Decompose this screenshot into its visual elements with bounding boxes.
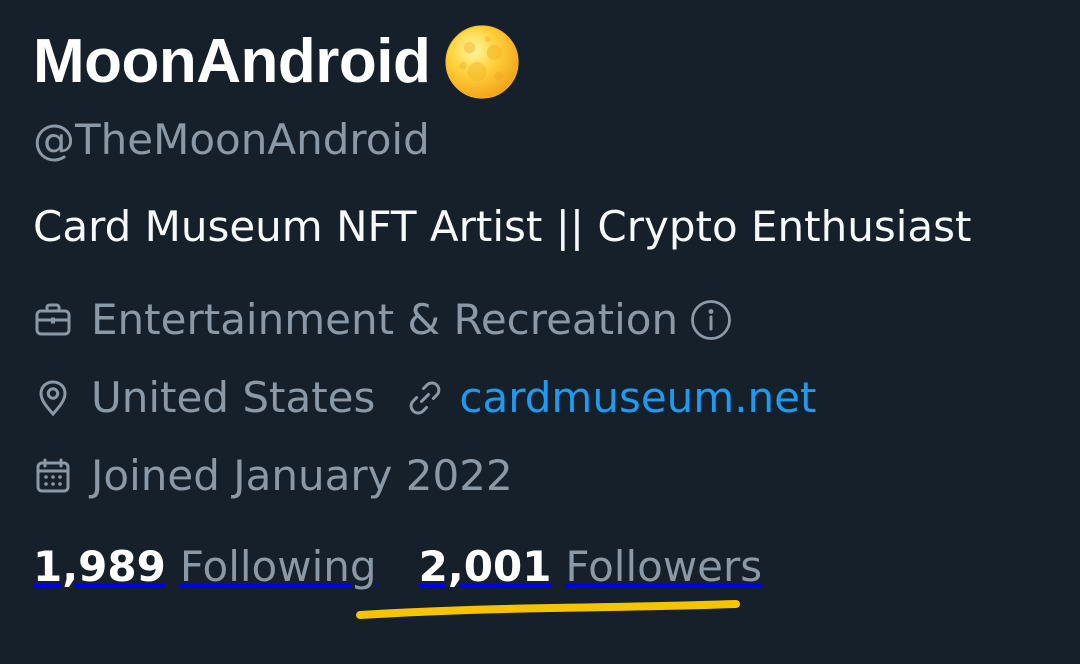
- info-icon[interactable]: [690, 299, 732, 341]
- briefcase-icon: [35, 303, 71, 336]
- followers-count: 2,001: [418, 542, 552, 591]
- profile-category-row: Entertainment & Recreation: [33, 292, 732, 348]
- moon-emoji-icon: [445, 25, 519, 99]
- following-label: Following: [179, 542, 377, 591]
- followers-label: Followers: [565, 542, 763, 591]
- website-link-group: cardmuseum.net: [405, 370, 817, 426]
- following-count: 1,989: [33, 542, 166, 591]
- followers-link[interactable]: 2,001 Followers: [419, 539, 763, 595]
- profile-joined-row: Joined January 2022: [33, 448, 513, 504]
- location-label: United States: [91, 373, 376, 422]
- website-link[interactable]: cardmuseum.net: [459, 370, 816, 426]
- calendar-icon: [36, 458, 70, 493]
- profile-stats: 1,989 Following 2,001 Followers: [33, 539, 762, 595]
- location-pin-icon: [39, 380, 67, 417]
- profile-location-link-row: United States cardmuseum.net: [33, 370, 817, 426]
- display-name: MoonAndroid: [33, 27, 431, 96]
- profile-bio: Card Museum NFT Artist || Crypto Enthusi…: [33, 202, 972, 251]
- highlight-underline: [356, 600, 740, 619]
- display-name-row: MoonAndroid: [33, 22, 520, 102]
- following-link[interactable]: 1,989 Following: [33, 539, 377, 595]
- link-icon: [410, 381, 441, 415]
- category-label: Entertainment & Recreation: [91, 295, 679, 344]
- joined-date: Joined January 2022: [91, 451, 513, 500]
- profile-header: MoonAndroid @TheMoonAndroid Card Museum …: [33, 0, 1053, 664]
- profile-handle: @TheMoonAndroid: [33, 115, 430, 164]
